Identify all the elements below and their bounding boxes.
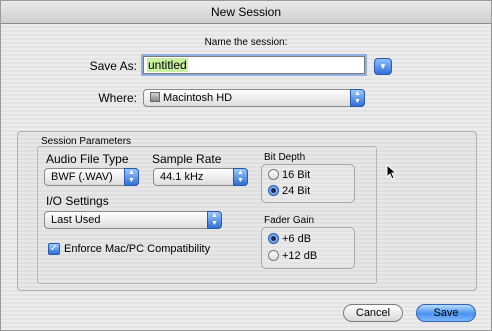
- audio-file-type-value: BWF (.WAV): [51, 171, 113, 183]
- save-button[interactable]: Save: [416, 304, 476, 322]
- radio-on-icon: [268, 233, 279, 244]
- fader-gain-6db-label: +6 dB: [282, 233, 312, 245]
- sample-rate-label: Sample Rate: [152, 152, 222, 166]
- where-value: Macintosh HD: [163, 92, 233, 104]
- radio-off-icon: [268, 250, 279, 261]
- sample-rate-value: 44.1 kHz: [160, 171, 204, 183]
- chevron-down-icon: ▼: [379, 62, 387, 71]
- mouse-pointer-icon: [386, 164, 396, 180]
- save-as-value: untitled: [147, 58, 188, 72]
- bit-depth-group: 16 Bit 24 Bit: [261, 164, 355, 203]
- fader-gain-12db-radio[interactable]: +12 dB: [268, 250, 317, 262]
- bit-depth-24-radio[interactable]: 24 Bit: [268, 185, 310, 197]
- save-as-input[interactable]: untitled: [143, 56, 365, 74]
- fader-gain-label: Fader Gain: [264, 215, 315, 226]
- bit-depth-16-radio[interactable]: 16 Bit: [268, 169, 310, 181]
- save-as-label: Save As:: [89, 59, 137, 73]
- checkmark-icon: ✓: [49, 243, 59, 254]
- radio-on-icon: [268, 185, 279, 196]
- popup-arrows-icon: ▲ ▼: [124, 168, 139, 186]
- popup-arrows-icon: ▲ ▼: [233, 168, 248, 186]
- bit-depth-16-label: 16 Bit: [282, 169, 311, 181]
- io-settings-label: I/O Settings: [46, 194, 109, 208]
- cancel-button[interactable]: Cancel: [343, 304, 403, 322]
- window-title: New Session: [1, 1, 491, 24]
- io-settings-popup[interactable]: Last Used ▲ ▼: [44, 211, 222, 229]
- where-popup[interactable]: Macintosh HD ▲ ▼: [143, 89, 365, 107]
- hard-disk-icon: [150, 92, 160, 102]
- new-session-dialog: New Session Name the session: Save As: u…: [0, 0, 492, 331]
- enforce-compatibility-label: Enforce Mac/PC Compatibility: [64, 243, 211, 255]
- fader-gain-12db-label: +12 dB: [282, 250, 318, 262]
- popup-arrows-icon: ▲ ▼: [350, 89, 365, 107]
- where-label: Where:: [98, 91, 137, 105]
- fader-gain-group: +6 dB +12 dB: [261, 227, 355, 269]
- enforce-compatibility-checkbox[interactable]: ✓: [48, 243, 60, 255]
- expand-browser-button[interactable]: ▼: [374, 58, 392, 75]
- radio-off-icon: [268, 169, 279, 180]
- io-settings-value: Last Used: [51, 214, 101, 226]
- name-session-subtitle: Name the session:: [204, 37, 288, 48]
- fader-gain-6db-radio[interactable]: +6 dB: [268, 233, 311, 245]
- audio-file-type-popup[interactable]: BWF (.WAV) ▲ ▼: [44, 168, 139, 186]
- bit-depth-label: Bit Depth: [264, 152, 306, 163]
- sample-rate-popup[interactable]: 44.1 kHz ▲ ▼: [153, 168, 248, 186]
- popup-arrows-icon: ▲ ▼: [207, 211, 222, 229]
- bit-depth-24-label: 24 Bit: [282, 185, 311, 197]
- audio-file-type-label: Audio File Type: [46, 152, 129, 166]
